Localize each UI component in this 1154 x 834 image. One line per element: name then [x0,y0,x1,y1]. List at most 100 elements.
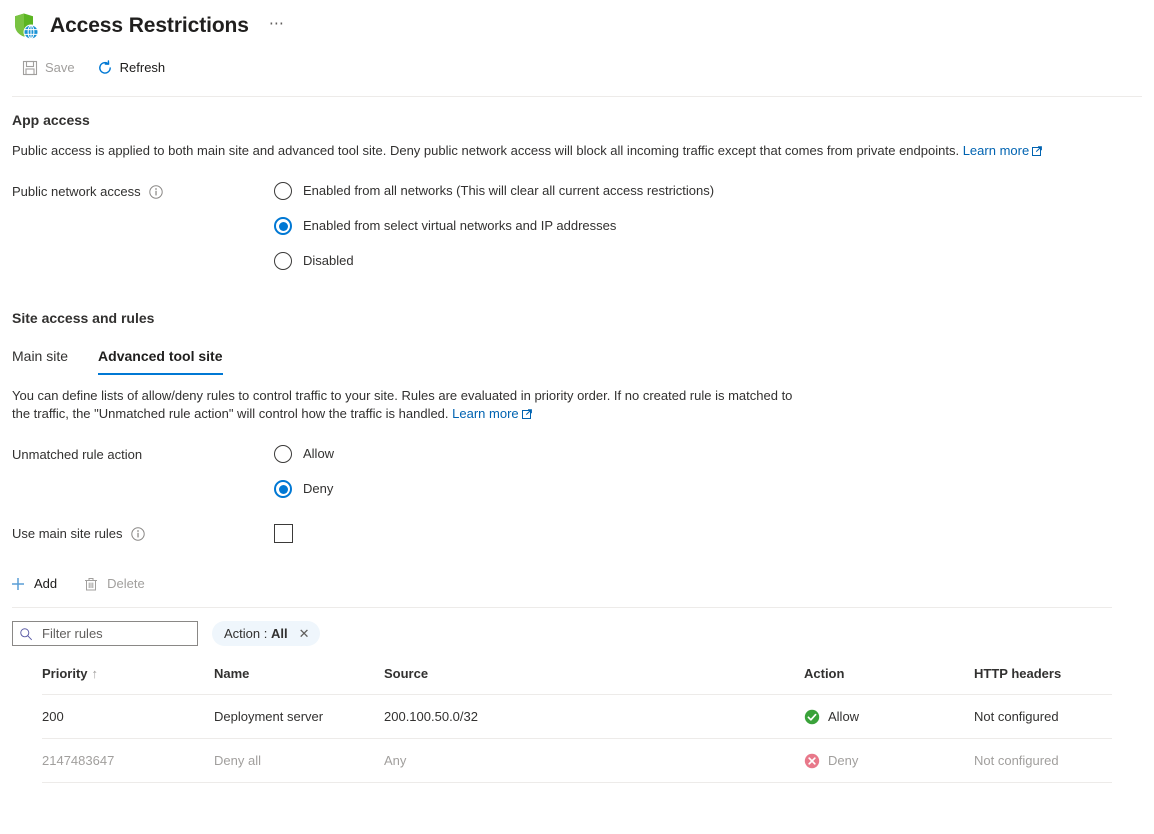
app-access-learn-more-label: Learn more [962,143,1030,158]
radio-enabled-all-networks[interactable]: Enabled from all networks (This will cle… [274,182,1142,200]
site-tabs: Main site Advanced tool site [12,346,1142,375]
cell-source: 200.100.50.0/32 [384,694,804,739]
site-access-description: You can define lists of allow/deny rules… [12,387,812,423]
cell-action: Deny [804,738,974,783]
sort-ascending-icon: ↑ [91,666,99,681]
public-network-access-row: Public network access Enabled from all n… [12,182,1142,270]
tab-advanced-tool-site[interactable]: Advanced tool site [98,346,223,375]
search-icon [20,627,32,640]
action-filter-prefix: Action : [224,626,268,641]
radio-enabled-all-networks-label: Enabled from all networks (This will cle… [303,183,715,198]
radio-unmatched-deny[interactable]: Deny [274,480,1142,498]
unmatched-rule-action-row: Unmatched rule action Allow Deny [12,445,1142,498]
action-filter-pill[interactable]: Action : All ✕ [212,621,320,646]
unmatched-rule-action-label: Unmatched rule action [12,447,143,462]
save-icon [22,60,38,76]
site-access-learn-more-label: Learn more [452,406,519,421]
radio-unmatched-deny-circle [274,480,292,498]
table-row[interactable]: 2147483647 Deny all Any Deny Not configu… [42,738,1112,783]
table-row[interactable]: 200 Deployment server 200.100.50.0/32 Al… [42,694,1112,739]
column-header-http-headers[interactable]: HTTP headers [974,666,1112,695]
radio-disabled-label: Disabled [303,253,354,268]
add-rule-label: Add [34,576,58,591]
site-access-learn-more-link[interactable]: Learn more [452,406,532,421]
public-network-access-label: Public network access [12,182,274,270]
cell-priority: 2147483647 [42,738,214,783]
page-title: Access Restrictions [50,14,249,37]
refresh-button[interactable]: Refresh [95,54,168,82]
cell-name: Deny all [214,738,384,783]
tab-main-site[interactable]: Main site [12,346,68,375]
close-icon[interactable]: ✕ [298,627,311,640]
cell-action-label: Deny [828,753,859,768]
delete-rule-button[interactable]: Delete [81,570,147,598]
column-header-source[interactable]: Source [384,666,804,695]
site-access-section: Site access and rules Main site Advanced… [0,308,1154,543]
filter-rules-search[interactable] [12,621,198,646]
column-header-action[interactable]: Action [804,666,974,695]
radio-unmatched-allow[interactable]: Allow [274,445,1142,463]
public-network-access-label-text: Public network access [12,184,141,199]
radio-enabled-select-networks-label: Enabled from select virtual networks and… [303,218,617,233]
refresh-icon [98,60,111,74]
use-main-site-rules-label: Use main site rules [12,524,274,543]
save-label: Save [45,60,75,75]
action-filter-text: Action : All [224,626,288,641]
radio-unmatched-allow-circle [274,445,292,463]
app-access-description-text: Public access is applied to both main si… [12,143,960,158]
use-main-site-rules-label-text: Use main site rules [12,526,123,541]
delete-rule-label: Delete [107,576,145,591]
app-access-description: Public access is applied to both main si… [12,142,1072,160]
trash-icon [85,578,98,591]
refresh-label: Refresh [119,60,166,75]
radio-unmatched-allow-label: Allow [303,446,335,461]
radio-enabled-select-networks[interactable]: Enabled from select virtual networks and… [274,217,1142,235]
external-link-icon [1032,146,1043,156]
radio-unmatched-deny-label: Deny [303,481,334,496]
info-icon[interactable] [149,185,163,199]
info-icon[interactable] [131,527,145,541]
site-access-description-text: You can define lists of allow/deny rules… [12,388,793,421]
save-button[interactable]: Save [20,54,77,82]
plus-icon [12,578,24,590]
public-network-access-radiogroup: Enabled from all networks (This will cle… [274,182,1142,270]
rules-table: Priority ↑ Name Source Action HTTP header… [42,666,1112,783]
allow-status-icon [804,709,820,725]
rules-toolbar-divider [12,607,1112,608]
blade-header: Access Restrictions ⋯ [0,0,1154,44]
rules-grid: Priority ↑ Name Source Action HTTP header… [0,666,1154,783]
site-access-title: Site access and rules [12,310,155,326]
radio-enabled-all-networks-circle [274,182,292,200]
cell-http-headers: Not configured [974,694,1112,739]
use-main-site-rules-row: Use main site rules [12,524,1142,543]
cell-name: Deployment server [214,694,384,739]
header-divider [12,96,1142,97]
table-header-row: Priority ↑ Name Source Action HTTP header… [42,666,1112,695]
command-bar: Save Refresh [0,50,1154,86]
app-access-section: App access Public access is applied to b… [0,110,1154,270]
cell-priority: 200 [42,694,214,739]
radio-disabled[interactable]: Disabled [274,252,1142,270]
filter-rules-input[interactable] [40,625,191,642]
shield-globe-icon [12,10,42,42]
rules-toolbar: Add Delete [0,569,1154,599]
more-options-button[interactable]: ⋯ [263,13,291,40]
cell-action-label: Allow [828,709,860,724]
external-link-icon [521,409,532,419]
radio-disabled-circle [274,252,292,270]
filter-bar: Action : All ✕ [0,621,1154,646]
cell-action: Allow [804,694,974,739]
app-access-learn-more-link[interactable]: Learn more [962,143,1043,158]
cell-http-headers: Not configured [974,738,1112,783]
use-main-site-rules-checkbox[interactable] [274,524,293,543]
column-header-name[interactable]: Name [214,666,384,695]
app-access-title: App access [12,112,90,128]
add-rule-button[interactable]: Add [8,570,59,598]
action-filter-value: All [270,626,288,641]
column-header-priority-label: Priority [42,666,88,681]
unmatched-rule-action-radiogroup: Allow Deny [274,445,1142,498]
column-header-priority[interactable]: Priority ↑ [42,666,214,695]
cell-source: Any [384,738,804,783]
deny-status-icon [804,753,820,769]
use-main-site-rules-control [274,524,1142,543]
